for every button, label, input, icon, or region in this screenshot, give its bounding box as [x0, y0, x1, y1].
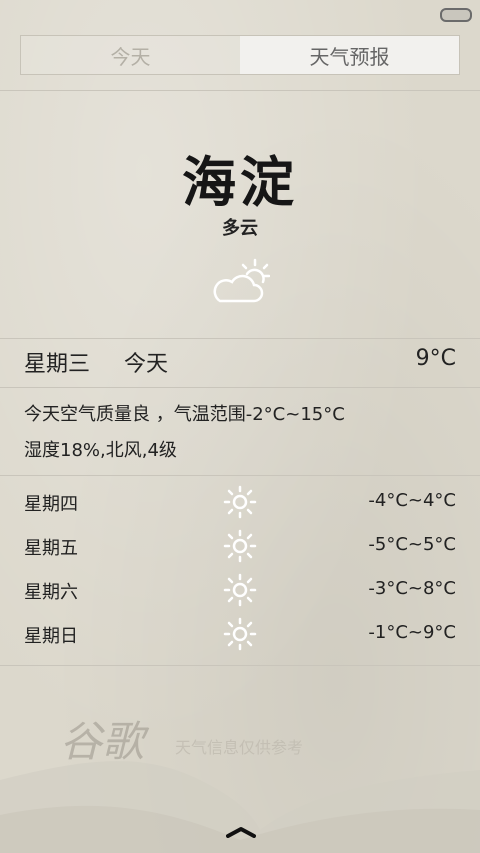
forecast-row: 星期六 -3°C~8°C	[24, 573, 456, 607]
watermark-provider: 天气信息仅供参考	[175, 738, 304, 757]
forecast-day: 星期五	[24, 538, 78, 559]
forecast-day: 星期日	[24, 626, 78, 647]
divider	[0, 475, 480, 476]
forecast-temp: -1°C~9°C	[368, 622, 456, 643]
divider	[0, 338, 480, 339]
today-temp: 9°C	[415, 346, 456, 371]
forecast-temp: -5°C~5°C	[368, 534, 456, 555]
divider	[0, 90, 480, 91]
partly-cloudy-icon	[213, 258, 270, 303]
sun-icon	[223, 573, 257, 607]
forecast-row: 星期五 -5°C~5°C	[24, 529, 456, 563]
humidity-wind-text: 湿度18%,北风,4级	[24, 440, 177, 461]
sun-icon	[223, 485, 257, 519]
toggle-icon[interactable]	[440, 8, 472, 22]
tab-forecast[interactable]: 天气预报	[240, 36, 459, 74]
forecast-temp: -3°C~8°C	[368, 578, 456, 599]
forecast-day: 星期六	[24, 582, 78, 603]
watermark-logo: 谷歌	[60, 717, 145, 766]
chevron-up-icon[interactable]	[226, 826, 256, 838]
today-row: 星期三 今天 9°C	[24, 346, 456, 382]
tab-today[interactable]: 今天	[21, 36, 240, 74]
weather-condition: 多云	[222, 218, 258, 239]
forecast-row: 星期四 -4°C~4°C	[24, 485, 456, 519]
today-day: 星期三	[24, 352, 91, 377]
sun-icon	[223, 529, 257, 563]
sun-icon	[223, 617, 257, 651]
city-name: 海淀	[182, 151, 298, 214]
forecast-temp: -4°C~4°C	[368, 490, 456, 511]
divider	[0, 387, 480, 388]
watermark: 谷歌 天气信息仅供参考	[40, 708, 340, 778]
tab-bar: 今天 天气预报	[20, 35, 460, 75]
forecast-row: 星期日 -1°C~9°C	[24, 617, 456, 651]
divider	[0, 665, 480, 666]
air-quality-text: 今天空气质量良 ，气温范围-2°C~15°C	[24, 404, 345, 425]
today-label: 今天	[124, 352, 169, 377]
forecast-day: 星期四	[24, 494, 78, 515]
